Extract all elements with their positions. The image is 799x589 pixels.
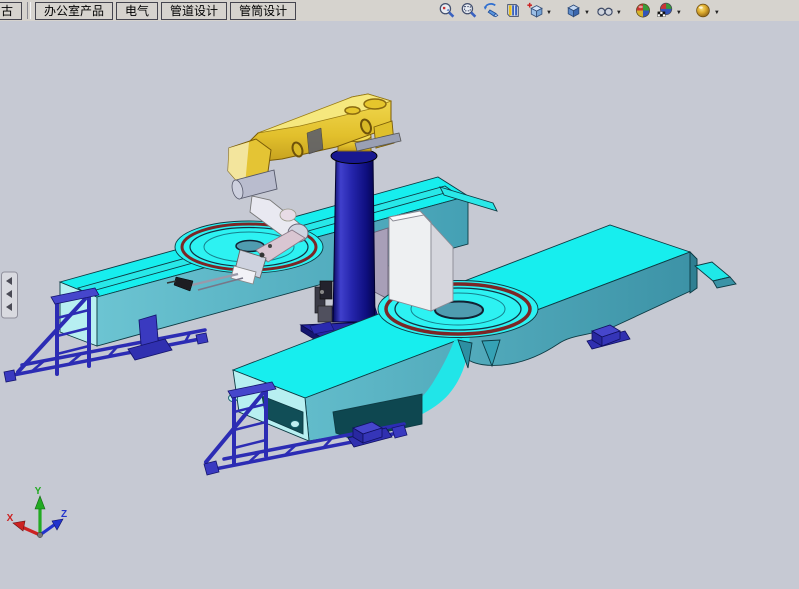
triad-y-label: Y bbox=[35, 486, 42, 497]
edit-appearance-dropdown[interactable]: ▼ bbox=[714, 10, 720, 16]
toolbar-separator bbox=[27, 2, 31, 19]
zoom-to-area-icon[interactable] bbox=[460, 2, 478, 19]
hide-show-items-dropdown[interactable]: ▼ bbox=[616, 10, 622, 16]
triad-x-label: X bbox=[7, 513, 14, 524]
view-orientation-icon[interactable] bbox=[526, 2, 544, 19]
apply-scene-icon[interactable] bbox=[634, 2, 652, 19]
graphics-viewport[interactable]: Y X Z bbox=[0, 21, 799, 589]
tab-office-products[interactable]: 办公室产品 bbox=[35, 2, 113, 20]
tab-partial[interactable]: 古 bbox=[0, 2, 22, 20]
tab-electrical[interactable]: 电气 bbox=[116, 2, 158, 20]
zoom-to-fit-icon[interactable] bbox=[438, 2, 456, 19]
command-toolbar: 古 办公室产品 电气 管道设计 管筒设计 bbox=[0, 0, 799, 22]
view-settings-icon[interactable] bbox=[656, 2, 674, 19]
tab-tubing-design[interactable]: 管筒设计 bbox=[230, 2, 296, 20]
view-settings-dropdown[interactable]: ▼ bbox=[676, 10, 682, 16]
hide-show-items-icon[interactable] bbox=[596, 2, 614, 19]
edit-appearance-icon[interactable] bbox=[694, 2, 712, 19]
triad-z-label: Z bbox=[61, 509, 67, 520]
panel-expand-control[interactable] bbox=[2, 272, 18, 318]
section-view-icon[interactable] bbox=[504, 2, 522, 19]
tab-piping-design[interactable]: 管道设计 bbox=[161, 2, 227, 20]
display-style-dropdown[interactable]: ▼ bbox=[584, 10, 590, 16]
checker-flag bbox=[657, 12, 665, 17]
display-style-icon[interactable] bbox=[564, 2, 582, 19]
command-tabs: 古 办公室产品 电气 管道设计 管筒设计 bbox=[0, 0, 299, 21]
view-orientation-dropdown[interactable]: ▼ bbox=[546, 10, 552, 16]
view-toolbar: ▼ ▼ ▼ bbox=[438, 1, 726, 20]
rotate-view-icon[interactable] bbox=[482, 2, 500, 19]
